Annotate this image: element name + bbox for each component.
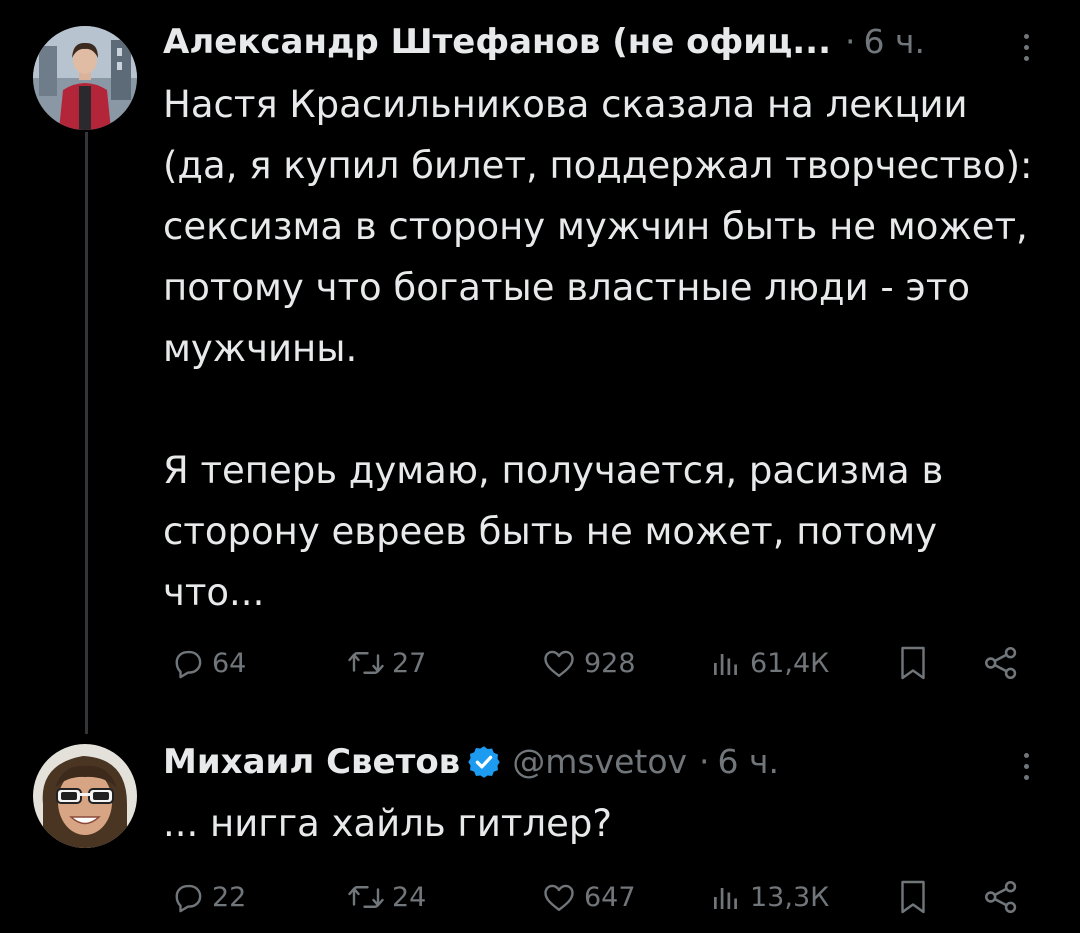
views-count: 13,3К bbox=[750, 881, 830, 913]
timestamp[interactable]: 6 ч. bbox=[718, 742, 779, 781]
separator: · bbox=[845, 22, 856, 61]
share-icon bbox=[985, 881, 1017, 913]
tweet-1[interactable]: Александр Штефанов (не офиц... · 6 ч. На… bbox=[0, 0, 1080, 735]
like-button[interactable]: 647 bbox=[540, 875, 636, 919]
reply-count: 64 bbox=[212, 647, 247, 679]
bookmark-icon bbox=[901, 646, 925, 680]
separator: · bbox=[699, 742, 710, 781]
avatar-author-1[interactable] bbox=[33, 26, 137, 130]
author-name[interactable]: Александр Штефанов (не офиц... bbox=[163, 22, 831, 62]
repost-icon bbox=[348, 652, 384, 674]
repost-icon bbox=[348, 886, 384, 908]
repost-count: 24 bbox=[392, 881, 427, 913]
heart-icon bbox=[544, 650, 574, 677]
reply-button[interactable]: 22 bbox=[170, 875, 246, 919]
reply-count: 22 bbox=[212, 881, 247, 913]
tweet-header: Александр Штефанов (не офиц... · 6 ч. bbox=[163, 22, 925, 62]
repost-button[interactable]: 27 bbox=[346, 641, 426, 685]
bookmark-button[interactable] bbox=[895, 875, 937, 919]
reply-icon bbox=[175, 884, 202, 913]
views-icon bbox=[714, 888, 737, 909]
heart-icon bbox=[544, 884, 574, 911]
more-icon[interactable] bbox=[1023, 34, 1031, 67]
reply-icon bbox=[175, 650, 202, 679]
like-button[interactable]: 928 bbox=[540, 641, 636, 685]
handle[interactable]: @msvetov bbox=[512, 742, 687, 781]
share-icon bbox=[985, 647, 1017, 679]
like-count: 928 bbox=[584, 647, 636, 679]
author-name[interactable]: Михаил Светов bbox=[163, 742, 460, 782]
views-button[interactable]: 13,3К bbox=[708, 875, 829, 919]
tweet-actions: 64 27 928 61,4К bbox=[160, 641, 1040, 685]
like-count: 647 bbox=[584, 881, 636, 913]
views-button[interactable]: 61,4К bbox=[708, 641, 829, 685]
tweet-body: ... нигга хайль гитлер? bbox=[163, 802, 613, 845]
reply-button[interactable]: 64 bbox=[170, 641, 246, 685]
more-icon[interactable] bbox=[1023, 753, 1031, 786]
tweet-body: Настя Красильникова сказала на лекции (д… bbox=[163, 83, 1033, 614]
share-button[interactable] bbox=[982, 641, 1026, 685]
tweet-2[interactable]: Михаил Светов @msvetov · 6 ч. ... нигга … bbox=[0, 735, 1080, 933]
repost-button[interactable]: 24 bbox=[346, 875, 426, 919]
repost-count: 27 bbox=[392, 647, 427, 679]
avatar-author-2[interactable] bbox=[33, 744, 137, 848]
tweet-header: Михаил Светов @msvetov · 6 ч. bbox=[163, 742, 779, 782]
views-icon bbox=[714, 654, 737, 675]
timestamp[interactable]: 6 ч. bbox=[864, 22, 925, 61]
share-button[interactable] bbox=[982, 875, 1026, 919]
views-count: 61,4К bbox=[750, 647, 830, 679]
bookmark-button[interactable] bbox=[895, 641, 937, 685]
verified-badge-icon bbox=[468, 746, 500, 778]
thread-line bbox=[85, 132, 88, 734]
tweet-actions: 22 24 647 13,3К bbox=[160, 875, 1040, 919]
bookmark-icon bbox=[901, 880, 925, 914]
